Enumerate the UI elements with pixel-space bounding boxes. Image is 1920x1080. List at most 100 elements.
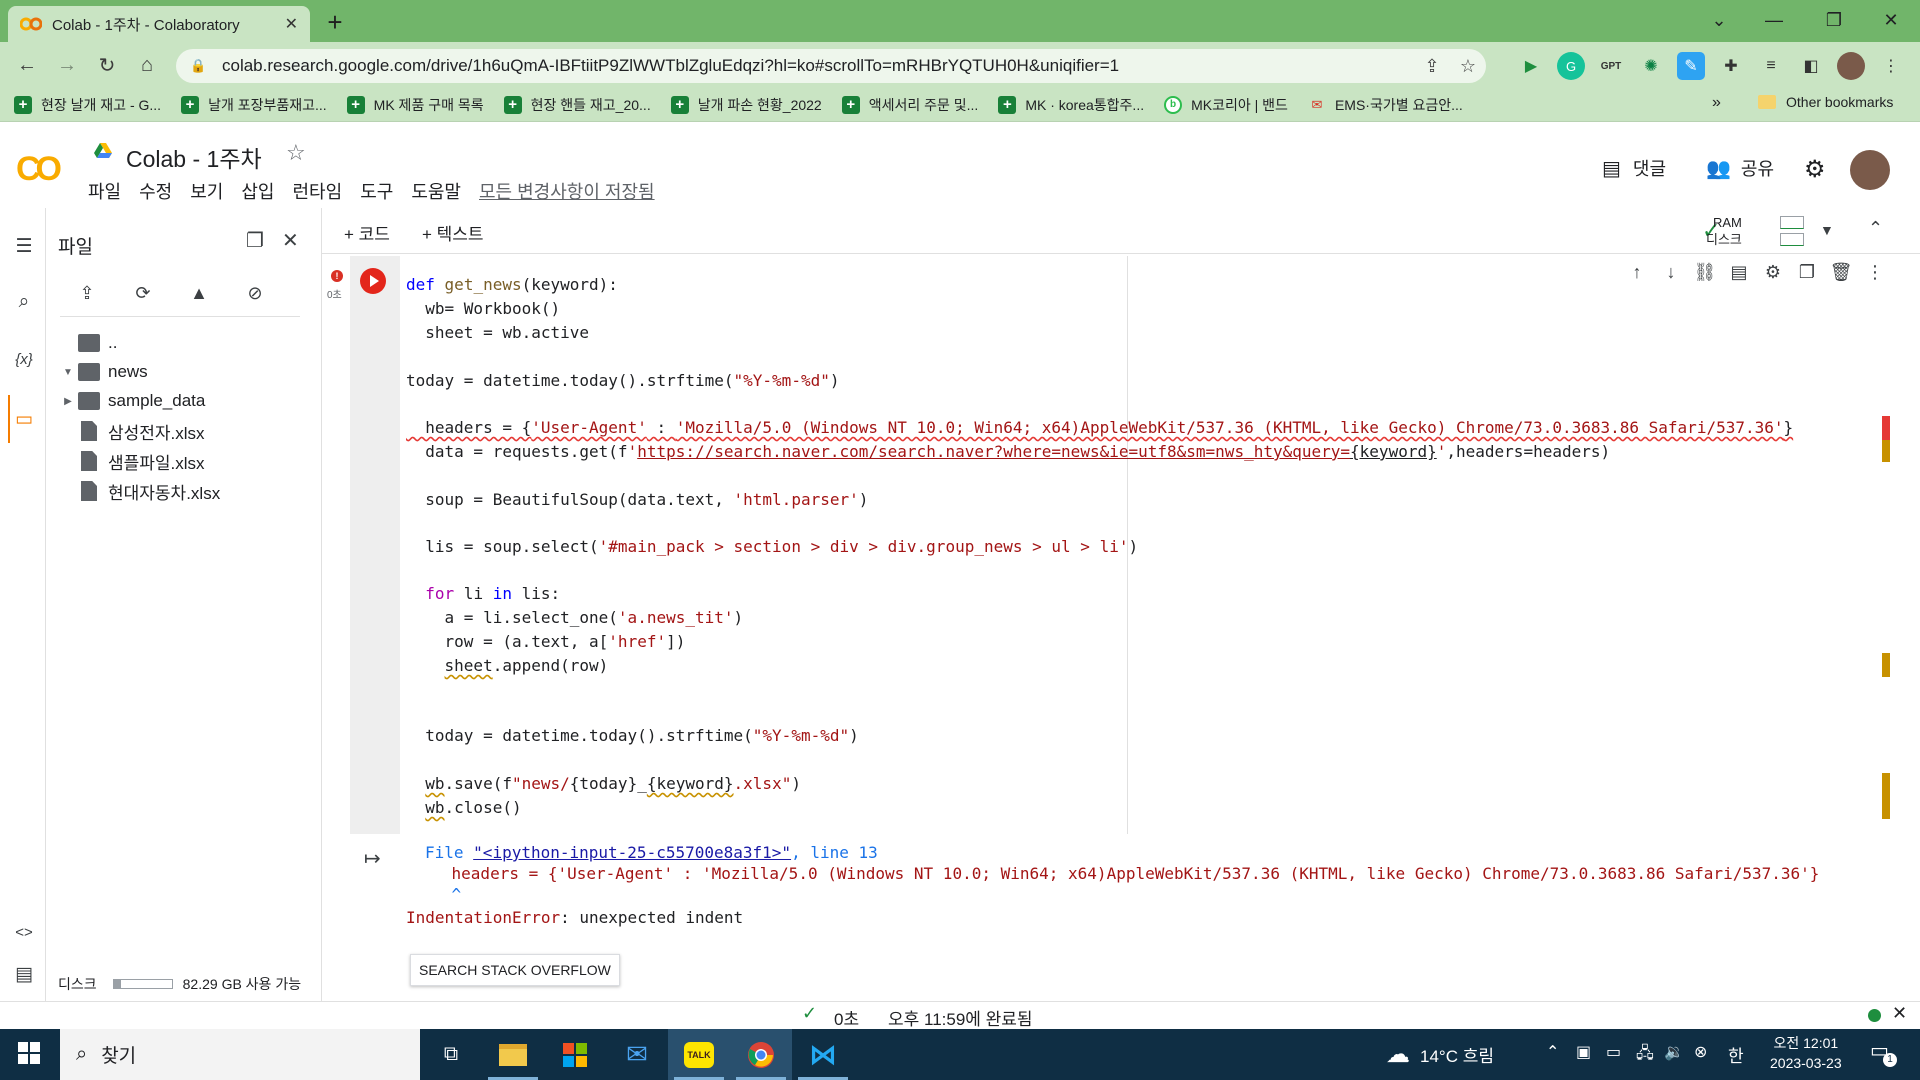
- weather-widget[interactable]: ☁ 14°C 흐림: [1386, 1040, 1494, 1069]
- bookmark-item[interactable]: + 액세서리 주문 및...: [841, 95, 978, 115]
- reload-button[interactable]: ↻: [90, 48, 124, 82]
- star-icon[interactable]: ☆: [286, 140, 306, 166]
- menu-insert[interactable]: 삽입: [241, 178, 274, 204]
- file-explorer-icon[interactable]: [482, 1029, 544, 1080]
- search-icon[interactable]: ⌕: [10, 288, 38, 316]
- tree-item-file[interactable]: 샘플파일.xlsx: [58, 448, 205, 474]
- close-sidebar-icon[interactable]: ✕: [282, 228, 299, 253]
- colab-logo[interactable]: CO: [16, 150, 62, 189]
- pen-extension-icon[interactable]: ✎: [1677, 52, 1705, 80]
- share-page-icon[interactable]: ⇪: [1414, 56, 1450, 77]
- comment-icon[interactable]: ▤: [1722, 262, 1756, 283]
- collapse-header-icon[interactable]: ⌃: [1868, 218, 1883, 239]
- browser-tab-active[interactable]: Colab - 1주차 - Colaboratory ✕: [8, 6, 310, 42]
- grammarly-icon[interactable]: G: [1557, 52, 1585, 80]
- hide-files-icon[interactable]: ⊘: [240, 278, 270, 308]
- menu-tools[interactable]: 도구: [360, 178, 393, 204]
- bookmark-item[interactable]: ✉ EMS·국가별 요금안...: [1308, 95, 1462, 115]
- move-up-icon[interactable]: ↑: [1620, 262, 1654, 283]
- bookmark-star-icon[interactable]: ☆: [1450, 56, 1486, 77]
- mail-icon[interactable]: ✉: [606, 1029, 668, 1080]
- task-view-icon[interactable]: ⧉: [420, 1029, 482, 1080]
- variables-icon[interactable]: {x}: [10, 345, 38, 373]
- more-bookmarks-button[interactable]: »: [1712, 94, 1721, 112]
- table-of-contents-icon[interactable]: ☰: [10, 232, 38, 260]
- run-cell-button[interactable]: [360, 268, 386, 294]
- add-text-button[interactable]: + 텍스트: [422, 220, 484, 245]
- menu-edit[interactable]: 수정: [139, 178, 172, 204]
- code-snippets-icon[interactable]: <>: [10, 918, 38, 946]
- bookmark-item[interactable]: + MK 제품 구매 목록: [346, 95, 484, 115]
- menu-help[interactable]: 도움말: [411, 178, 461, 204]
- forward-button[interactable]: →: [50, 48, 84, 82]
- extensions-puzzle-icon[interactable]: ✚: [1717, 52, 1745, 80]
- search-stack-overflow-button[interactable]: SEARCH STACK OVERFLOW: [410, 954, 620, 986]
- notebook-title[interactable]: Colab - 1주차: [126, 140, 262, 174]
- delete-icon[interactable]: 🗑: [1824, 262, 1858, 283]
- network-icon[interactable]: 🖧: [1636, 1042, 1654, 1069]
- battery-icon[interactable]: ▭: [1606, 1042, 1621, 1062]
- user-avatar[interactable]: [1850, 150, 1890, 190]
- bookmark-item[interactable]: + 현장 날개 재고 - G...: [14, 95, 161, 115]
- command-palette-icon[interactable]: ▤: [10, 960, 38, 988]
- windows-start-icon[interactable]: [18, 1042, 40, 1064]
- mute-mic-icon[interactable]: ⊗: [1694, 1042, 1707, 1062]
- settings-gear-icon[interactable]: ⚙: [1804, 155, 1826, 184]
- collapsed-caret-icon[interactable]: ▶: [58, 396, 78, 407]
- other-bookmarks-folder[interactable]: Other bookmarks: [1758, 94, 1893, 110]
- tree-item-sample-data[interactable]: ▶ sample_data: [58, 388, 205, 414]
- microsoft-store-icon[interactable]: [544, 1029, 606, 1080]
- tab-close-icon[interactable]: ✕: [285, 14, 298, 34]
- mirror-cell-icon[interactable]: ❐: [1790, 262, 1824, 283]
- move-down-icon[interactable]: ↓: [1654, 262, 1688, 283]
- reading-list-icon[interactable]: ≡: [1757, 52, 1785, 80]
- address-bar[interactable]: 🔒 colab.research.google.com/drive/1h6uQm…: [176, 49, 1486, 83]
- kakaotalk-icon[interactable]: TALK: [668, 1029, 730, 1080]
- menu-runtime[interactable]: 런타임: [293, 178, 343, 204]
- tray-expand-icon[interactable]: ⌃: [1546, 1042, 1559, 1062]
- runtime-dropdown-icon[interactable]: ▼: [1820, 222, 1834, 238]
- bookmark-item[interactable]: + 날개 포장부품재고...: [181, 95, 327, 115]
- tree-item-file[interactable]: 삼성전자.xlsx: [58, 418, 205, 444]
- close-window-button[interactable]: ✕: [1862, 0, 1920, 40]
- tree-item-parent[interactable]: ..: [58, 330, 117, 356]
- comments-button[interactable]: ▤ 댓글: [1602, 155, 1666, 181]
- vscode-icon[interactable]: ⋈: [792, 1029, 854, 1080]
- chrome-icon[interactable]: [730, 1029, 792, 1080]
- expanded-caret-icon[interactable]: ▼: [58, 367, 78, 378]
- menu-file[interactable]: 파일: [88, 178, 121, 204]
- back-button[interactable]: ←: [10, 48, 44, 82]
- mount-drive-icon[interactable]: ▲: [184, 278, 214, 308]
- volume-icon[interactable]: 🔉: [1664, 1042, 1684, 1062]
- minimize-button[interactable]: —: [1745, 0, 1803, 40]
- bookmark-item[interactable]: + MK · korea통합주...: [998, 95, 1144, 115]
- tree-item-file[interactable]: 현대자동차.xlsx: [58, 478, 220, 504]
- ime-indicator[interactable]: 한: [1728, 1042, 1744, 1067]
- chrome-menu-icon[interactable]: ⋮: [1877, 52, 1905, 80]
- gpt-extension-icon[interactable]: GPT: [1597, 52, 1625, 80]
- open-in-tab-icon[interactable]: ❐: [246, 228, 264, 253]
- menu-view[interactable]: 보기: [190, 178, 223, 204]
- side-panel-icon[interactable]: ◧: [1797, 52, 1825, 80]
- home-button[interactable]: ⌂: [130, 48, 164, 82]
- taskbar-clock[interactable]: 오전 12:01 2023-03-23: [1770, 1033, 1842, 1073]
- save-status[interactable]: 모든 변경사항이 저장됨: [479, 178, 655, 204]
- new-tab-button[interactable]: +: [320, 8, 350, 38]
- traceback-file-link[interactable]: "<ipython-input-25-c55700e8a3f1>": [473, 843, 791, 862]
- more-options-icon[interactable]: ⋮: [1858, 262, 1892, 283]
- files-folder-icon[interactable]: ▭: [10, 405, 38, 433]
- resource-labels[interactable]: RAM 디스크: [1706, 214, 1742, 248]
- close-status-icon[interactable]: ✕: [1892, 1003, 1907, 1024]
- meet-now-icon[interactable]: ▣: [1576, 1042, 1591, 1062]
- profile-avatar-icon[interactable]: [1837, 52, 1865, 80]
- cell-settings-icon[interactable]: ⚙: [1756, 262, 1790, 283]
- bookmark-item[interactable]: + 날개 파손 현황_2022: [670, 95, 822, 115]
- tree-item-news[interactable]: ▼ news: [58, 359, 148, 385]
- bookmark-item[interactable]: + 현장 핸들 재고_20...: [503, 95, 651, 115]
- add-code-button[interactable]: + 코드: [344, 220, 390, 245]
- tab-search-chevron-icon[interactable]: ⌄: [1690, 0, 1748, 40]
- bookmark-item[interactable]: b MK코리아 | 밴드: [1164, 95, 1288, 115]
- restore-button[interactable]: ❐: [1805, 0, 1863, 40]
- extension-play-icon[interactable]: ▶: [1517, 52, 1545, 80]
- output-menu-icon[interactable]: ↦: [364, 846, 381, 871]
